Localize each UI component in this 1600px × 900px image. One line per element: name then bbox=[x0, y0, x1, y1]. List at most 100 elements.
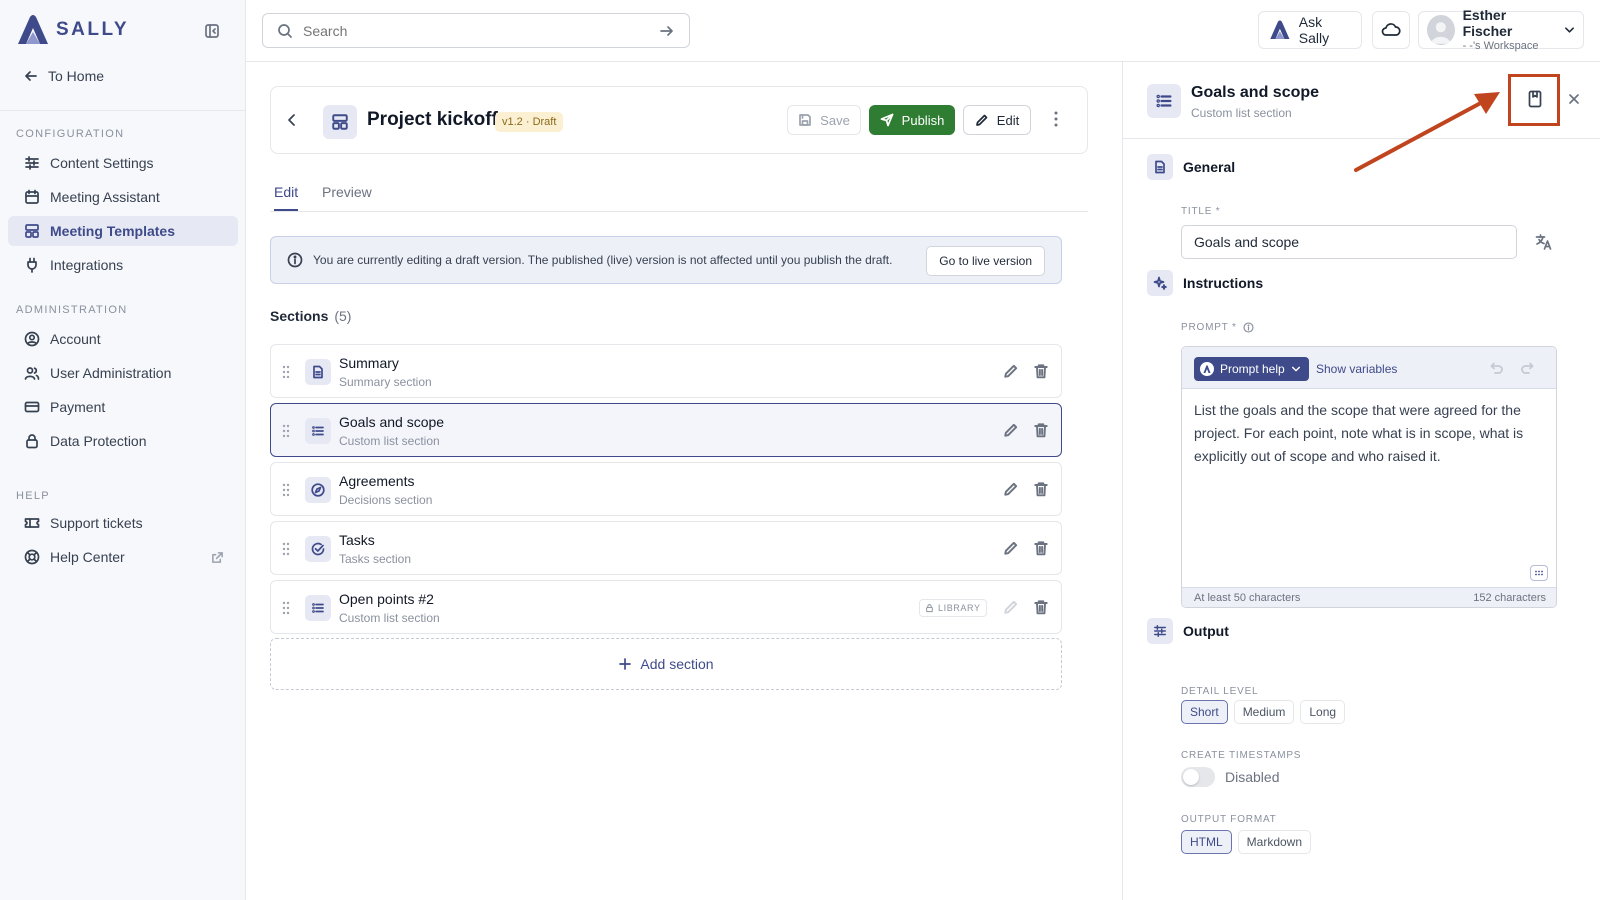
pencil-icon bbox=[975, 114, 988, 126]
cloud-sync-button[interactable] bbox=[1372, 11, 1410, 49]
info-icon[interactable] bbox=[1243, 322, 1254, 333]
plus-icon bbox=[619, 658, 632, 670]
sidebar-item-user-administration[interactable]: User Administration bbox=[8, 358, 238, 388]
back-button[interactable] bbox=[283, 111, 301, 129]
drag-handle-icon[interactable] bbox=[281, 364, 291, 380]
translate-button[interactable] bbox=[1535, 234, 1553, 250]
title-input[interactable] bbox=[1181, 225, 1517, 259]
pencil-icon[interactable] bbox=[1003, 540, 1019, 556]
sidebar-item-help-center[interactable]: Help Center bbox=[8, 542, 238, 572]
detail-option-medium[interactable]: Medium bbox=[1233, 700, 1295, 724]
sidebar-item-content-settings[interactable]: Content Settings bbox=[8, 148, 238, 178]
sidebar-item-meeting-assistant[interactable]: Meeting Assistant bbox=[8, 182, 238, 212]
search-bar[interactable] bbox=[262, 13, 690, 48]
section-subtitle: Tasks section bbox=[339, 552, 412, 566]
sidebar-item-label: Meeting Assistant bbox=[50, 189, 160, 205]
pencil-icon[interactable] bbox=[1003, 422, 1019, 438]
publish-button[interactable]: Publish bbox=[869, 105, 955, 135]
sidebar-toggle-icon bbox=[205, 24, 219, 38]
section-type-icon bbox=[305, 418, 331, 444]
close-panel-button[interactable] bbox=[1567, 92, 1581, 106]
user-workspace: - -'s Workspace bbox=[1462, 40, 1539, 52]
trash-icon[interactable] bbox=[1033, 422, 1049, 438]
section-row-open-points[interactable]: Open points #2 Custom list section LIBRA… bbox=[270, 580, 1062, 634]
detail-option-short[interactable]: Short bbox=[1181, 700, 1228, 724]
sections-label: Sections bbox=[270, 308, 329, 324]
redo-icon[interactable] bbox=[1520, 361, 1534, 375]
general-section-icon bbox=[1147, 154, 1173, 180]
show-variables-link[interactable]: Show variables bbox=[1316, 362, 1397, 376]
logo-text: SALLY bbox=[56, 19, 130, 40]
translate-icon bbox=[1535, 234, 1552, 250]
prompt-editor[interactable]: Prompt help Show variables List the goal… bbox=[1181, 346, 1557, 608]
output-heading: Output bbox=[1147, 618, 1229, 644]
tab-preview[interactable]: Preview bbox=[322, 184, 372, 209]
user-menu[interactable]: Esther Fischer - -'s Workspace bbox=[1418, 7, 1584, 52]
section-subtitle: Custom list section bbox=[339, 434, 440, 448]
sidebar-item-data-protection[interactable]: Data Protection bbox=[8, 426, 238, 456]
sidebar-item-payment[interactable]: Payment bbox=[8, 392, 238, 422]
template-type-icon bbox=[323, 105, 357, 139]
section-subtitle: Summary section bbox=[339, 375, 432, 389]
template-icon bbox=[332, 114, 348, 130]
logo[interactable]: SALLY bbox=[16, 14, 129, 46]
section-row-summary[interactable]: Summary Summary section bbox=[270, 344, 1062, 398]
section-title-configuration: CONFIGURATION bbox=[16, 128, 125, 140]
template-header: Project kickoff v1.2 · Draft Save Publis… bbox=[270, 86, 1088, 154]
tab-edit[interactable]: Edit bbox=[274, 184, 299, 211]
search-input[interactable] bbox=[303, 22, 649, 39]
sparkle-icon bbox=[1153, 276, 1167, 290]
card-icon bbox=[24, 401, 40, 413]
library-badge: LIBRARY bbox=[919, 599, 987, 617]
to-home-link[interactable]: To Home bbox=[24, 68, 104, 84]
save-button[interactable]: Save bbox=[787, 105, 861, 135]
pencil-icon[interactable] bbox=[1003, 481, 1019, 497]
section-title: Goals and scope bbox=[339, 414, 445, 430]
prompt-help-button[interactable]: Prompt help bbox=[1194, 357, 1309, 381]
timestamps-toggle[interactable]: Disabled bbox=[1181, 767, 1279, 787]
prompt-footer: At least 50 characters 152 characters bbox=[1182, 587, 1556, 607]
format-option-markdown[interactable]: Markdown bbox=[1237, 830, 1312, 854]
add-section-label: Add section bbox=[640, 656, 714, 672]
drag-handle-icon[interactable] bbox=[281, 600, 291, 616]
section-row-agreements[interactable]: Agreements Decisions section bbox=[270, 462, 1062, 516]
sidebar-item-meeting-templates[interactable]: Meeting Templates bbox=[8, 216, 238, 246]
trash-icon[interactable] bbox=[1033, 363, 1049, 379]
edit-button[interactable]: Edit bbox=[963, 105, 1031, 135]
output-format-label: OUTPUT FORMAT bbox=[1181, 814, 1277, 825]
sidebar-item-support-tickets[interactable]: Support tickets bbox=[8, 508, 238, 538]
arrow-right-icon[interactable] bbox=[659, 23, 675, 39]
general-heading: General bbox=[1147, 154, 1235, 180]
output-section-icon bbox=[1147, 618, 1173, 644]
sally-logo-icon bbox=[18, 15, 48, 44]
drag-handle-icon[interactable] bbox=[281, 541, 291, 557]
library-label: LIBRARY bbox=[938, 603, 981, 613]
sidebar-item-label: User Administration bbox=[50, 365, 172, 381]
sidebar: SALLY To Home CONFIGURATION Content Sett… bbox=[0, 0, 246, 900]
prompt-grip-button[interactable] bbox=[1530, 565, 1548, 581]
trash-icon[interactable] bbox=[1033, 599, 1049, 615]
more-options-button[interactable] bbox=[1053, 109, 1059, 129]
prompt-text[interactable]: List the goals and the scope that were a… bbox=[1194, 399, 1534, 468]
format-option-html[interactable]: HTML bbox=[1181, 830, 1232, 854]
trash-icon[interactable] bbox=[1033, 481, 1049, 497]
ask-sally-button[interactable]: Ask Sally bbox=[1258, 11, 1362, 49]
section-row-goals-and-scope[interactable]: Goals and scope Custom list section bbox=[270, 403, 1062, 457]
detail-option-long[interactable]: Long bbox=[1300, 700, 1346, 724]
toggle-track[interactable] bbox=[1181, 767, 1215, 787]
pencil-icon[interactable] bbox=[1003, 363, 1019, 379]
lock-icon bbox=[26, 434, 38, 449]
sidebar-item-label: Help Center bbox=[50, 549, 125, 565]
section-row-tasks[interactable]: Tasks Tasks section bbox=[270, 521, 1062, 575]
panel-title: Goals and scope bbox=[1191, 84, 1320, 101]
add-section-button[interactable]: Add section bbox=[270, 638, 1062, 690]
drag-handle-icon[interactable] bbox=[281, 482, 291, 498]
trash-icon[interactable] bbox=[1033, 540, 1049, 556]
sidebar-item-integrations[interactable]: Integrations bbox=[8, 250, 238, 280]
document-icon bbox=[1155, 160, 1165, 174]
drag-handle-icon[interactable] bbox=[281, 423, 291, 439]
undo-icon[interactable] bbox=[1490, 361, 1504, 375]
collapse-sidebar-button[interactable] bbox=[204, 23, 220, 39]
go-to-live-version-button[interactable]: Go to live version bbox=[926, 246, 1045, 276]
sidebar-item-account[interactable]: Account bbox=[8, 324, 238, 354]
